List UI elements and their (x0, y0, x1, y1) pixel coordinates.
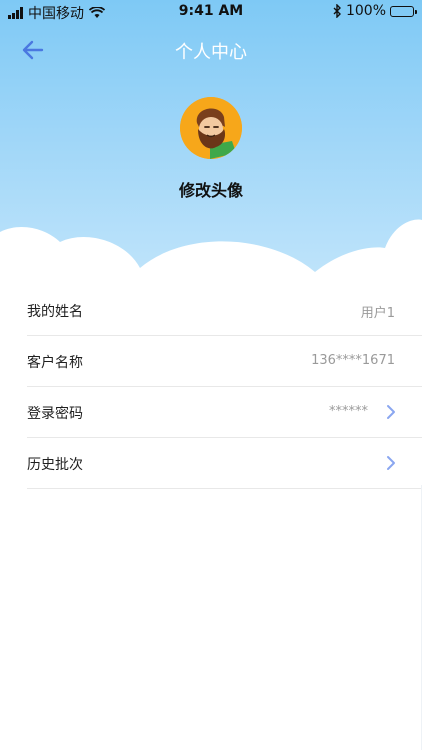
bearded-man-avatar-icon (180, 97, 242, 159)
row-value: 136****1671 (311, 353, 395, 368)
avatar[interactable] (180, 97, 242, 159)
chevron-right-icon (387, 405, 395, 419)
row-my-name[interactable]: 我的姓名 用户1 (27, 285, 422, 336)
row-history-batches[interactable]: 历史批次 (27, 438, 422, 489)
row-label: 客户名称 (27, 355, 83, 371)
nav-bar: 个人中心 (0, 30, 422, 70)
row-value: ****** (329, 404, 368, 419)
row-customer-name[interactable]: 136****1671 客户名称 (27, 336, 422, 387)
row-label: 我的姓名 (27, 304, 83, 320)
row-label: 历史批次 (27, 457, 83, 473)
row-label: 登录密码 (27, 406, 83, 422)
battery-icon (390, 5, 417, 17)
status-bar: 中国移动 9:41 AM 100% (0, 0, 422, 24)
row-login-password[interactable]: 登录密码 ****** (27, 387, 422, 438)
change-avatar-label[interactable]: 修改头像 (0, 177, 422, 201)
profile-info-list: 我的姓名 用户1 136****1671 客户名称 登录密码 ****** 历史… (27, 285, 422, 489)
page-title: 个人中心 (175, 42, 247, 63)
bluetooth-icon (333, 4, 341, 18)
row-value: 用户1 (360, 306, 395, 321)
battery-percent: 100% (345, 3, 386, 19)
profile-header: 中国移动 9:41 AM 100% 个人中心 修改头像 (0, 0, 422, 300)
chevron-right-icon (387, 456, 395, 470)
